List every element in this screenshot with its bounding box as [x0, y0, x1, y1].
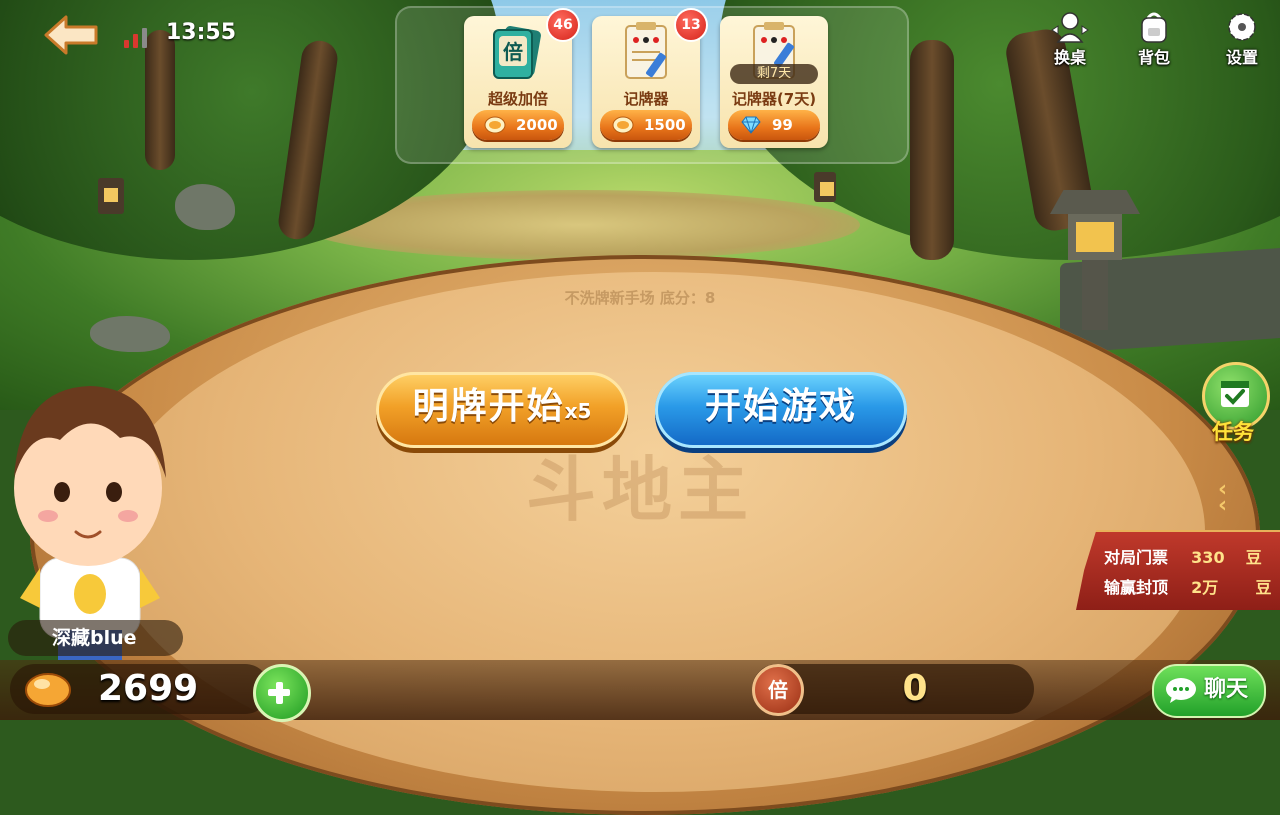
show-cards-start-label: 明牌开始 — [412, 386, 565, 427]
backpack-label: 背包 — [1137, 48, 1170, 67]
buy-button[interactable]: 2000 — [472, 110, 564, 140]
shop-item-card-counter[interactable]: 13 记牌器 1500 — [592, 8, 708, 148]
buy-button[interactable]: 99 — [728, 110, 820, 140]
shop-item-label: 记牌器(7天) — [731, 90, 817, 108]
cap-value: 2万 — [1191, 578, 1219, 597]
bean-balance: 2699 — [98, 668, 199, 709]
switch-table-icon — [1051, 12, 1089, 43]
double-card-icon: 倍 — [488, 22, 548, 84]
show-cards-start-button[interactable]: 明牌开始x5 — [376, 372, 628, 448]
add-beans-button[interactable] — [253, 664, 311, 722]
price-value: 2000 — [516, 116, 558, 134]
shop-item-super-double[interactable]: 倍 46 超级加倍 2000 — [464, 8, 580, 148]
multiplier-value: 0 — [902, 668, 928, 709]
table-watermark: 斗地主 — [526, 449, 754, 531]
backpack-icon — [1141, 12, 1167, 43]
shop-item-card-counter-7d[interactable]: 剩7天 记牌器(7天) 99 — [720, 16, 828, 148]
price-value: 99 — [772, 116, 793, 134]
multiplier-icon: 倍 — [752, 664, 804, 716]
start-game-button[interactable]: 开始游戏 — [655, 372, 907, 448]
buy-button[interactable]: 1500 — [600, 110, 692, 140]
thumb-text: 倍 — [503, 40, 523, 64]
settings-button[interactable]: 设置 — [1212, 10, 1272, 68]
multiplier-label: x5 — [564, 399, 592, 423]
double-chevron-icon[interactable]: ‹ ‹ — [1218, 479, 1227, 517]
start-game-label: 开始游戏 — [704, 386, 857, 427]
cap-unit: 豆 — [1255, 578, 1272, 597]
task-button[interactable]: 任务 — [1198, 362, 1270, 444]
bean-icon — [612, 116, 634, 134]
switch-table-label: 换桌 — [1053, 48, 1086, 67]
price-value: 1500 — [644, 116, 686, 134]
diamond-icon — [741, 116, 761, 134]
chat-label: 聊天 — [1204, 677, 1249, 702]
shop-item-label: 超级加倍 — [487, 90, 548, 108]
card-counter-icon — [616, 22, 676, 84]
signal-icon — [124, 26, 158, 48]
cap-label: 输赢封顶 — [1104, 578, 1169, 597]
chat-bubble-icon — [1166, 678, 1196, 703]
settings-label: 设置 — [1225, 48, 1258, 67]
clock: 13:55 — [166, 20, 237, 45]
bean-icon — [25, 673, 71, 707]
room-info: 不洗牌新手场 底分：8 — [564, 289, 716, 307]
fee-value: 330 — [1191, 548, 1225, 567]
fee-unit: 豆 — [1245, 548, 1262, 567]
back-arrow-icon[interactable] — [42, 14, 100, 56]
shop-item-label: 记牌器 — [623, 90, 669, 108]
gear-icon — [1228, 13, 1256, 41]
backpack-button[interactable]: 背包 — [1124, 10, 1184, 68]
player-name: 深藏blue — [8, 620, 183, 656]
task-label: 任务 — [1212, 420, 1254, 444]
ticket-info-banner: 对局门票 330 豆 输赢封顶 2万 豆 — [1076, 530, 1280, 610]
count-badge: 46 — [546, 8, 580, 42]
remaining-days-tag: 剩7天 — [730, 64, 818, 84]
switch-table-button[interactable]: 换桌 — [1040, 10, 1100, 68]
count-badge: 13 — [674, 8, 708, 42]
chat-button[interactable]: 聊天 — [1152, 664, 1266, 718]
bean-icon — [484, 116, 506, 134]
fee-label: 对局门票 — [1104, 548, 1169, 567]
